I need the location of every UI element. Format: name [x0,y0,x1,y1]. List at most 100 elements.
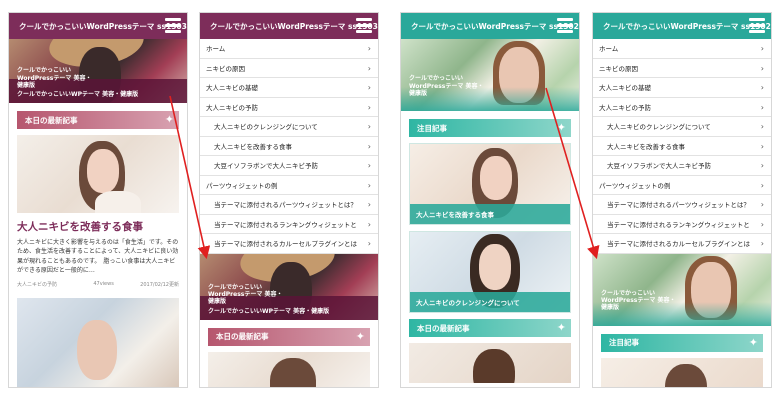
article-date: 2017/02/12更新 [140,282,179,289]
menu-item[interactable]: 大人ニキビの基礎 › [200,78,378,98]
menu-item-label: 大人ニキビのクレンジングについて [607,123,711,132]
menu-item-label: 大人ニキビを改善する食事 [214,142,292,151]
menu-item[interactable]: パーツウィジェットの例 › [200,176,378,195]
featured-card[interactable]: 大人ニキビを改善する食事 [409,143,571,225]
featured-card-caption: 大人ニキビを改善する食事 [410,204,570,224]
chevron-right-icon: › [760,122,764,131]
menu-item-label: ホーム [599,45,619,54]
chevron-right-icon: › [367,200,371,209]
menu-item[interactable]: 当テーマに添付されるランキングウィジェットと › [200,215,378,234]
chevron-right-icon: › [367,83,371,92]
chevron-right-icon: › [367,161,371,170]
menu-item[interactable]: 大豆イソフラボンで大人ニキビ予防 › [593,156,771,176]
hero-caption: クールでかっこいいWPテーマ 美容・健康版 [17,91,139,98]
menu-item-label: 当テーマに添付されるパーツウィジェットとは？ [214,201,357,210]
section-heading-text: 注目記事 [609,338,639,347]
hero-image[interactable]: クールでかっこいい WordPressテーマ 美容・健康版 [401,39,579,111]
chevron-right-icon: › [760,239,764,248]
menu-item-label: 当テーマに添付されるカルーセルプラグインとは [607,240,750,249]
article-views: 47views [93,281,114,288]
menu-item-label: ニキビの原因 [206,64,245,73]
hero-caption: クールでかっこいいWPテーマ 美容・健康版 [208,307,330,315]
site-header: クールでかっこいいWordPressテーマ ss1303 [9,13,187,39]
menu-item[interactable]: 大人ニキビの基礎 › [593,78,771,98]
hero-logo-text: クールでかっこいい WordPressテーマ 美容・健康版 [17,67,92,89]
menu-item-label: 大豆イソフラボンで大人ニキビ予防 [607,162,711,171]
menu-item[interactable]: 当テーマに添付されるカルーセルプラグインとは › [593,234,771,254]
phone-teal-menu: クールでかっこいいWordPressテーマ ss1302 ホーム › ニキビの原因 ›… [592,12,772,388]
chevron-right-icon: › [760,200,764,209]
menu-item[interactable]: 当テーマに添付されるカルーセルプラグインとは › [200,234,378,254]
chevron-right-icon: › [367,239,371,248]
section-heading-latest: 本日の最新記事 ✦ [409,319,571,337]
sparkle-icon: ✦ [355,329,365,343]
chevron-right-icon: › [760,219,764,229]
site-title[interactable]: クールでかっこいいWordPressテーマ ss1303 [19,21,187,32]
article-thumbnail[interactable] [17,135,179,213]
menu-item[interactable]: パーツウィジェットの例 › [593,176,771,195]
phone-pink-menu: クールでかっこいいWordPressテーマ ss1303 ホーム › ニキビの原因 ›… [199,12,379,388]
menu-item[interactable]: 大人ニキビを改善する食事 › [593,137,771,156]
menu-item-label: ニキビの原因 [599,64,638,73]
site-title[interactable]: クールでかっこいいWordPressテーマ ss1302 [603,21,771,32]
menu-item[interactable]: 大人ニキビの予防 › [200,98,378,117]
site-title[interactable]: クールでかっこいいWordPressテーマ ss1303 [210,21,378,32]
chevron-right-icon: › [367,44,371,53]
section-heading: 本日の最新記事 ✦ [208,327,370,346]
article-category[interactable]: 大人ニキビの予防 [17,281,57,288]
chevron-right-icon: › [760,180,764,190]
menu-item[interactable]: ホーム › [593,39,771,59]
chevron-right-icon: › [760,161,764,170]
article-thumbnail-2[interactable] [17,298,179,387]
hero-logo-text: クールでかっこいい WordPressテーマ 美容・健康版 [208,283,283,306]
section-heading-text: 本日の最新記事 [417,323,470,333]
chevron-right-icon: › [760,102,764,112]
menu-item[interactable]: 大人ニキビを改善する食事 › [200,137,378,156]
featured-card-caption: 大人ニキビのクレンジングについて [410,292,570,312]
article-thumbnail[interactable] [409,343,571,383]
site-header: クールでかっこいいWordPressテーマ ss1302 [401,13,579,39]
chevron-right-icon: › [367,219,371,229]
menu-item-label: ホーム [206,45,226,54]
hero-image[interactable]: クールでかっこいい WordPressテーマ 美容・健康版 [593,253,771,326]
menu-item[interactable]: 大人ニキビの予防 › [593,98,771,117]
chevron-right-icon: › [367,122,371,131]
article-thumbnail[interactable] [208,351,370,387]
section-heading-text: 本日の最新記事 [216,332,269,341]
menu-item-label: 当テーマに添付されるランキングウィジェットと [607,220,750,229]
hamburger-menu-icon[interactable] [557,18,573,33]
sparkle-icon: ✦ [164,113,174,126]
menu-item-label: 大人ニキビの予防 [599,103,651,112]
menu-item[interactable]: ニキビの原因 › [593,59,771,78]
chevron-right-icon: › [760,44,764,53]
menu-item[interactable]: ホーム › [200,39,378,59]
site-title[interactable]: クールでかっこいいWordPressテーマ ss1302 [411,21,579,32]
menu-item[interactable]: 当テーマに添付されるパーツウィジェットとは？ › [593,195,771,215]
menu-item-label: 大人ニキビの予防 [206,103,258,112]
menu-item[interactable]: ニキビの原因 › [200,59,378,78]
featured-card[interactable]: 大人ニキビのクレンジングについて [409,231,571,313]
hamburger-menu-icon[interactable] [165,18,181,33]
hero-image[interactable]: クールでかっこいい WordPressテーマ 美容・健康版 クールでかっこいいW… [200,253,378,320]
section-heading-text: 本日の最新記事 [25,115,78,125]
section-heading-text: 注目記事 [417,123,447,133]
menu-item[interactable]: 大豆イソフラボンで大人ニキビ予防 › [200,156,378,176]
menu-item-label: 大人ニキビの基礎 [206,84,258,93]
menu-item-label: 大豆イソフラボンで大人ニキビ予防 [214,162,318,171]
hero-image[interactable]: クールでかっこいい WordPressテーマ 美容・健康版 クールでかっこいいW… [9,39,187,103]
article-title[interactable]: 大人ニキビを改善する食事 [17,221,179,234]
hamburger-menu-icon[interactable] [356,18,372,33]
site-header: クールでかっこいいWordPressテーマ ss1303 [200,13,378,39]
article-thumbnail[interactable] [601,357,763,387]
menu-item[interactable]: 当テーマに添付されるランキングウィジェットと › [593,215,771,234]
hero-caption: クールでかっこいい WordPressテーマ 美容・健康版 [409,75,484,97]
slide-menu: ホーム › ニキビの原因 › 大人ニキビの基礎 › 大人ニキビの予防 › 大人ニキビのクレンジン… [200,39,378,254]
hamburger-menu-icon[interactable] [749,18,765,33]
section-heading: 注目記事 ✦ [601,333,763,352]
chevron-right-icon: › [760,83,764,92]
article-excerpt: 大人ニキビに大きく影響を与えるのは「食生活」です。そのため、食生活を改善すること… [17,239,179,275]
menu-item[interactable]: 当テーマに添付されるパーツウィジェットとは？ › [200,195,378,215]
menu-item[interactable]: 大人ニキビのクレンジングについて › [200,117,378,137]
chevron-right-icon: › [760,141,764,151]
menu-item[interactable]: 大人ニキビのクレンジングについて › [593,117,771,137]
